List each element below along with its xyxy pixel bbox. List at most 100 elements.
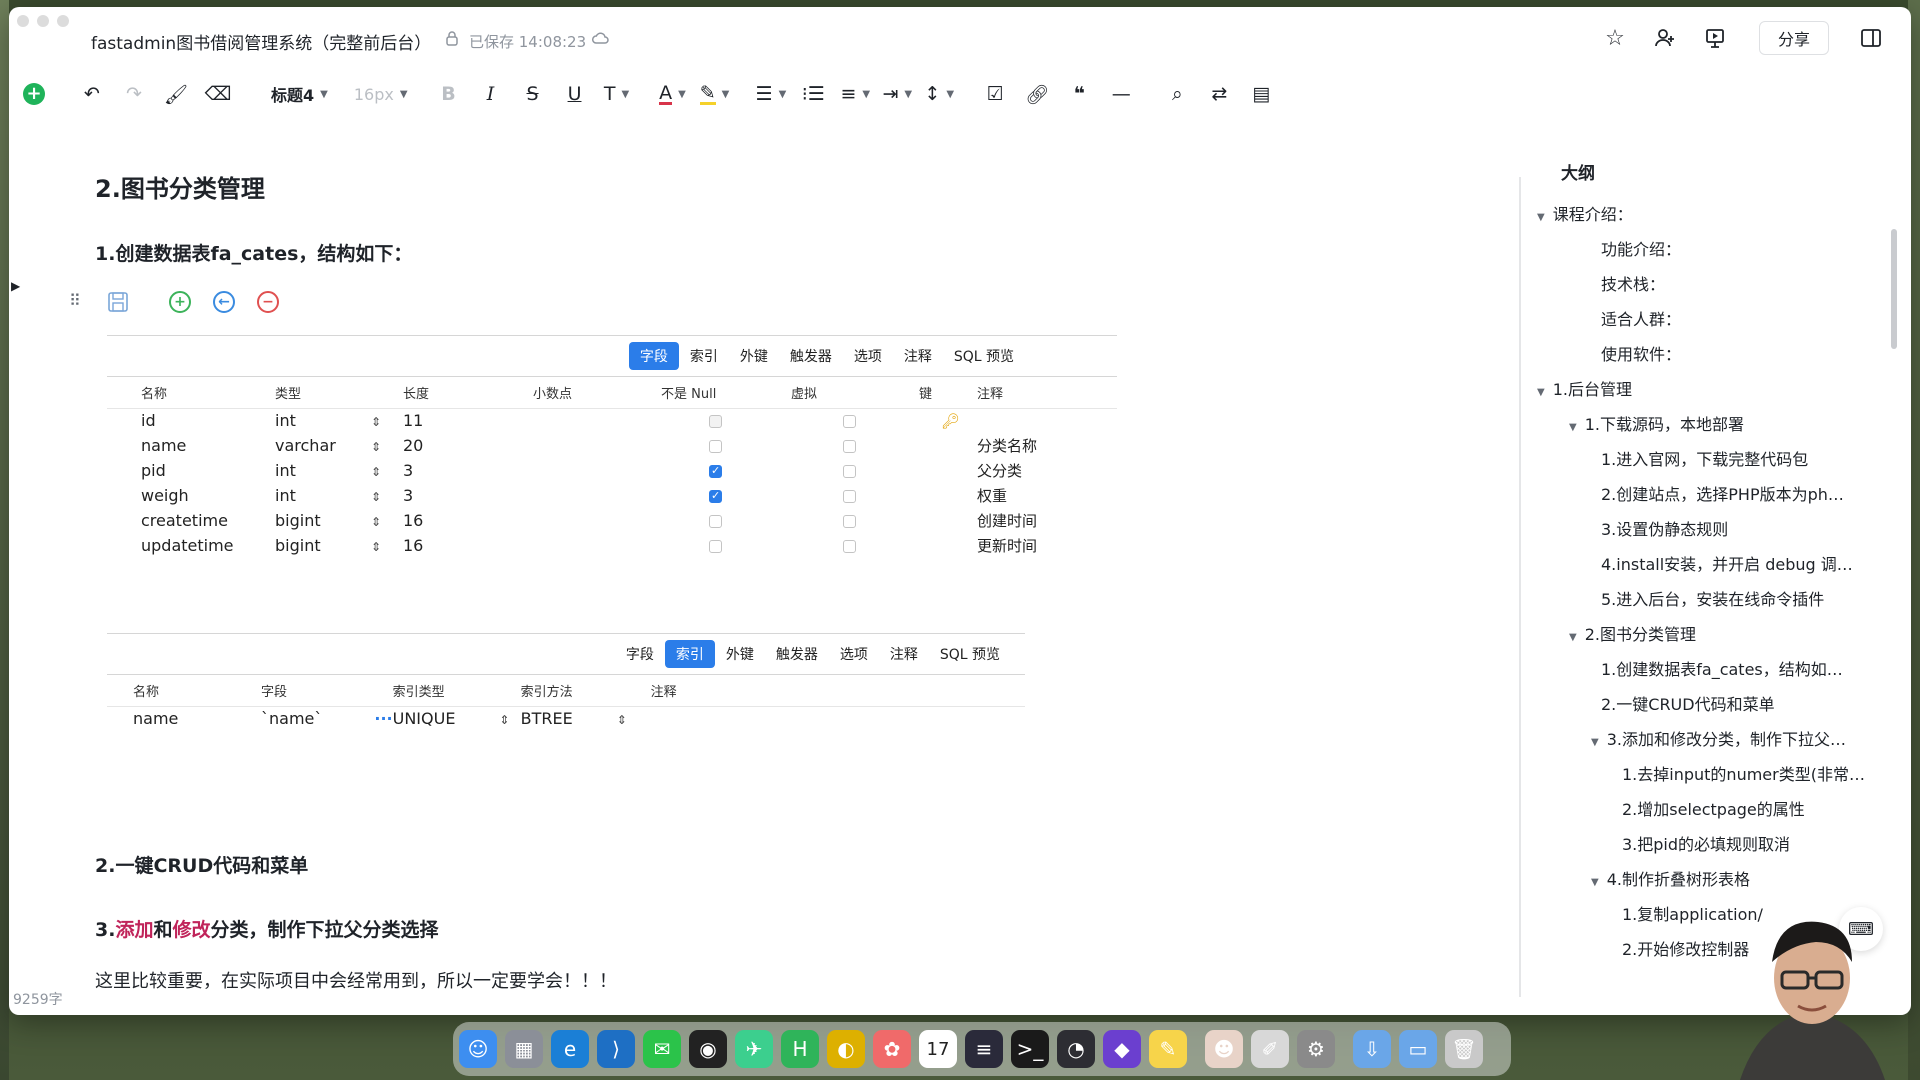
bold-icon[interactable]: B	[434, 79, 464, 109]
field-decimals[interactable]	[533, 433, 661, 458]
table-row[interactable]: name `name` ··· UNIQUE ⇕ BTREE ⇕	[107, 707, 1025, 731]
virtual-checkbox[interactable]	[843, 415, 856, 429]
save-icon[interactable]	[107, 291, 129, 313]
outline-item[interactable]: ▼ 课程介绍：	[1537, 201, 1633, 225]
field-comment[interactable]: 创建时间	[977, 508, 1117, 533]
activity-monitor-icon[interactable]: ◔	[1057, 1030, 1095, 1068]
indent-icon[interactable]: ⇥ ▼	[882, 79, 912, 109]
table-row[interactable]: pidint⇕ 3 父分类	[107, 458, 1117, 483]
table-row[interactable]: createtime bigint ⇕ 16 创建时间	[107, 508, 1117, 533]
italic-icon[interactable]: I	[476, 79, 506, 109]
field-name[interactable]: id	[141, 409, 275, 433]
zoom-window-button[interactable]	[57, 15, 69, 27]
text-style-icon[interactable]: T ▼	[602, 79, 632, 109]
chevron-down-icon[interactable]: ▼	[1537, 212, 1545, 223]
heading-style-select[interactable]: 标题4 ▼	[271, 79, 328, 109]
more-options-icon[interactable]: ···	[374, 709, 392, 728]
presentation-icon[interactable]	[1701, 24, 1729, 52]
outline-item[interactable]: 3.设置伪静态规则	[1601, 516, 1728, 540]
tab-sql-preview[interactable]: SQL 预览	[929, 640, 1011, 668]
outline-item[interactable]: 4.install安装，并开启 debug 调…	[1601, 551, 1853, 575]
undo-icon[interactable]: ↶	[77, 79, 107, 109]
field-comment[interactable]: 更新时间	[977, 533, 1117, 558]
edge-icon[interactable]: e	[551, 1030, 589, 1068]
vscode-icon[interactable]: ⟩	[597, 1030, 635, 1068]
trash-icon[interactable]: 🗑︎	[1445, 1030, 1483, 1068]
index-method[interactable]: BTREE ⇕	[521, 707, 651, 731]
outline-item[interactable]: 2.创建站点，选择PHP版本为ph…	[1601, 481, 1844, 505]
obsidian-icon[interactable]: ◆	[1103, 1030, 1141, 1068]
insert-row-icon[interactable]: ←	[213, 291, 235, 313]
feishu-icon[interactable]: ✈	[735, 1030, 773, 1068]
highlight-icon[interactable]: ✎ ▼	[699, 79, 730, 109]
not-null-checkbox[interactable]	[709, 439, 722, 453]
outline-item[interactable]: 使用软件：	[1601, 341, 1681, 365]
outline-item[interactable]: 功能介绍：	[1601, 236, 1681, 260]
table-row[interactable]: weighint⇕ 3 权重	[107, 483, 1117, 508]
virtual-checkbox[interactable]	[843, 439, 856, 453]
table-row[interactable]: id int ⇕ 11 🔑︎	[107, 409, 1117, 433]
insert-block-button[interactable]: +	[19, 79, 49, 109]
tab-options[interactable]: 选项	[843, 342, 893, 370]
field-length[interactable]: 16	[403, 533, 533, 558]
field-name[interactable]: createtime	[141, 508, 275, 533]
strikethrough-icon[interactable]: S	[518, 79, 548, 109]
tab-options[interactable]: 选项	[829, 640, 879, 668]
document-title[interactable]: fastadmin图书借阅管理系统（完整前后台）	[91, 29, 431, 54]
document-info-icon[interactable]: ▤	[1246, 79, 1276, 109]
chevron-down-icon[interactable]: ▼	[1591, 737, 1599, 748]
document-body[interactable]: 2.图书分类管理 1.创建数据表fa_cates，结构如下： + ← − 字段 …	[95, 117, 1515, 997]
field-length[interactable]: 11	[403, 409, 533, 433]
expand-left-panel-icon[interactable]: ▶	[11, 279, 20, 293]
field-length[interactable]: 20	[403, 433, 533, 458]
not-null-checkbox[interactable]	[709, 489, 722, 503]
quote-icon[interactable]: ❝	[1064, 79, 1094, 109]
star-icon[interactable]: ☆	[1601, 24, 1629, 52]
numbered-list-icon[interactable]: ≡ ▼	[840, 79, 870, 109]
outline-item[interactable]: 1.去掉input的numer类型(非常…	[1622, 761, 1865, 785]
index-type[interactable]: UNIQUE ⇕	[393, 707, 521, 731]
slack-icon[interactable]: ≡	[965, 1030, 1003, 1068]
calendar-icon[interactable]: 17	[919, 1030, 957, 1068]
table-row[interactable]: name varchar ⇕ 20 分类名称	[107, 433, 1117, 458]
field-length[interactable]: 3	[403, 483, 533, 508]
outline-item[interactable]: 技术栈：	[1601, 271, 1665, 295]
script-editor-icon[interactable]: ✐	[1251, 1030, 1289, 1068]
outline-item[interactable]: 2.增加selectpage的属性	[1622, 796, 1805, 820]
close-window-button[interactable]	[17, 15, 29, 27]
find-replace-icon[interactable]: ⌕	[1162, 79, 1192, 109]
checkbox-icon[interactable]: ☑	[980, 79, 1010, 109]
align-icon[interactable]: ☰ ▼	[756, 79, 787, 109]
field-name[interactable]: weigh	[141, 483, 275, 508]
downloads-folder-icon[interactable]: ⇩	[1353, 1030, 1391, 1068]
outline-item[interactable]: ▼ 3.添加和修改分类，制作下拉父…	[1591, 726, 1846, 750]
field-decimals[interactable]	[533, 483, 661, 508]
divider-icon[interactable]: —	[1106, 79, 1136, 109]
outline-item[interactable]: ▼ 1.下载源码，本地部署	[1569, 411, 1744, 435]
outline-item[interactable]: 3.把pid的必填规则取消	[1622, 831, 1790, 855]
outline-item[interactable]: ▼ 4.制作折叠树形表格	[1591, 866, 1750, 890]
launchpad-icon[interactable]: ▦	[505, 1030, 543, 1068]
field-name[interactable]: name	[141, 433, 275, 458]
drag-handle-icon[interactable]: ⠿	[69, 291, 81, 310]
avatar-app-icon[interactable]: ☻	[1205, 1030, 1243, 1068]
tab-foreign-keys[interactable]: 外键	[715, 640, 765, 668]
stepper-icon[interactable]: ⇕	[371, 415, 381, 429]
tab-indexes[interactable]: 索引	[679, 342, 729, 370]
field-comment[interactable]	[977, 409, 1117, 433]
field-length[interactable]: 16	[403, 508, 533, 533]
chevron-down-icon[interactable]: ▼	[1591, 877, 1599, 888]
sidebar-toggle-icon[interactable]	[1857, 24, 1885, 52]
outline-item[interactable]: 适合人群：	[1601, 306, 1681, 330]
field-type[interactable]: int	[275, 483, 371, 508]
field-comment[interactable]: 权重	[977, 483, 1117, 508]
stepper-icon[interactable]: ⇕	[371, 540, 381, 554]
outline-item[interactable]: ▼ 2.图书分类管理	[1569, 621, 1696, 645]
delete-row-icon[interactable]: −	[257, 291, 279, 313]
terminal-icon[interactable]: >_	[1011, 1030, 1049, 1068]
virtual-checkbox[interactable]	[843, 464, 856, 478]
field-comment[interactable]: 分类名称	[977, 433, 1117, 458]
not-null-checkbox[interactable]	[709, 415, 722, 429]
notes-icon[interactable]: ✎	[1149, 1030, 1187, 1068]
stepper-icon[interactable]: ⇕	[617, 713, 627, 727]
